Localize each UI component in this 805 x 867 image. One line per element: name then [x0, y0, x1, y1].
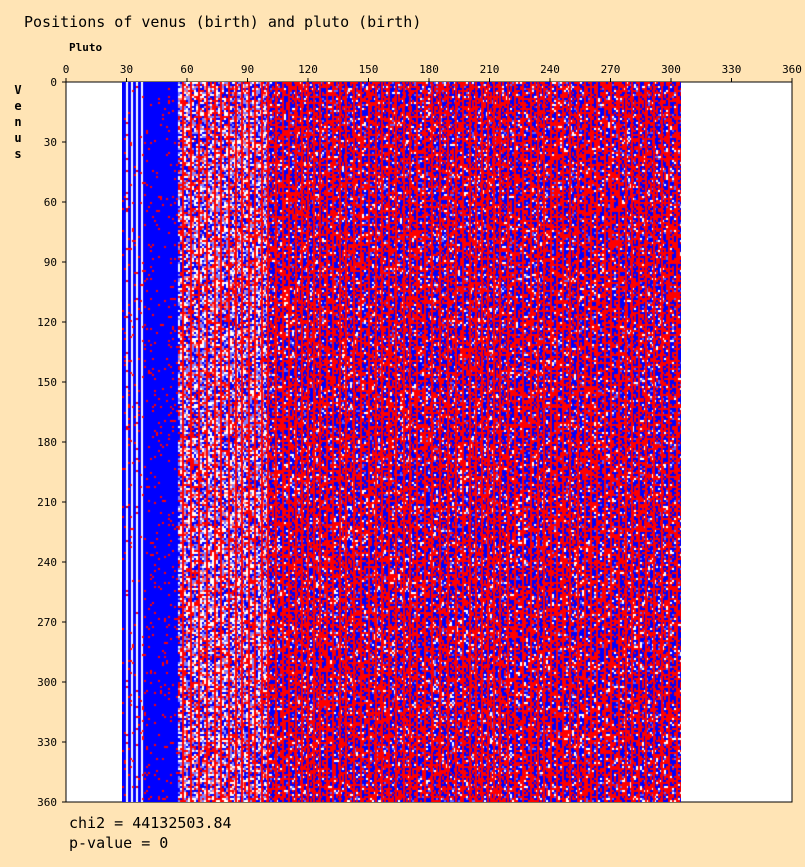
- y-tick-label: 330: [37, 736, 57, 749]
- x-tick-label: 0: [63, 63, 70, 76]
- y-tick-label: 30: [44, 136, 57, 149]
- x-tick-label: 330: [722, 63, 742, 76]
- x-tick-label: 150: [359, 63, 379, 76]
- x-tick-label: 210: [480, 63, 500, 76]
- x-tick-label: 120: [298, 63, 318, 76]
- x-tick-label: 90: [241, 63, 254, 76]
- x-tick-label: 270: [601, 63, 621, 76]
- heatmap-plot: 0 30 60 90 120 150 180 210 240 270 300 330 360 0 30 60…: [37, 63, 802, 809]
- x-tick-label: 240: [540, 63, 560, 76]
- y-tick-label: 270: [37, 616, 57, 629]
- y-tick-label: 150: [37, 376, 57, 389]
- y-axis: 0 30 60 90 120 150 180 210 240 270 300 330 360: [37, 76, 66, 809]
- x-tick-label: 30: [120, 63, 133, 76]
- y-tick-label: 210: [37, 496, 57, 509]
- y-tick-label: 180: [37, 436, 57, 449]
- chi2-value: chi2 = 44132503.84: [69, 814, 232, 832]
- y-tick-label: 90: [44, 256, 57, 269]
- x-tick-label: 360: [782, 63, 802, 76]
- y-tick-label: 0: [50, 76, 57, 89]
- x-tick-label: 300: [661, 63, 681, 76]
- p-value: p-value = 0: [69, 834, 169, 852]
- heatmap-image: [122, 82, 681, 802]
- heatmap-cells: [122, 82, 681, 802]
- y-tick-label: 360: [37, 796, 57, 809]
- y-tick-label: 240: [37, 556, 57, 569]
- x-axis: 0 30 60 90 120 150 180 210 240 270 300 330 360: [63, 63, 802, 82]
- y-tick-label: 60: [44, 196, 57, 209]
- x-tick-label: 60: [180, 63, 193, 76]
- y-tick-label: 120: [37, 316, 57, 329]
- x-tick-label: 180: [419, 63, 439, 76]
- y-tick-label: 300: [37, 676, 57, 689]
